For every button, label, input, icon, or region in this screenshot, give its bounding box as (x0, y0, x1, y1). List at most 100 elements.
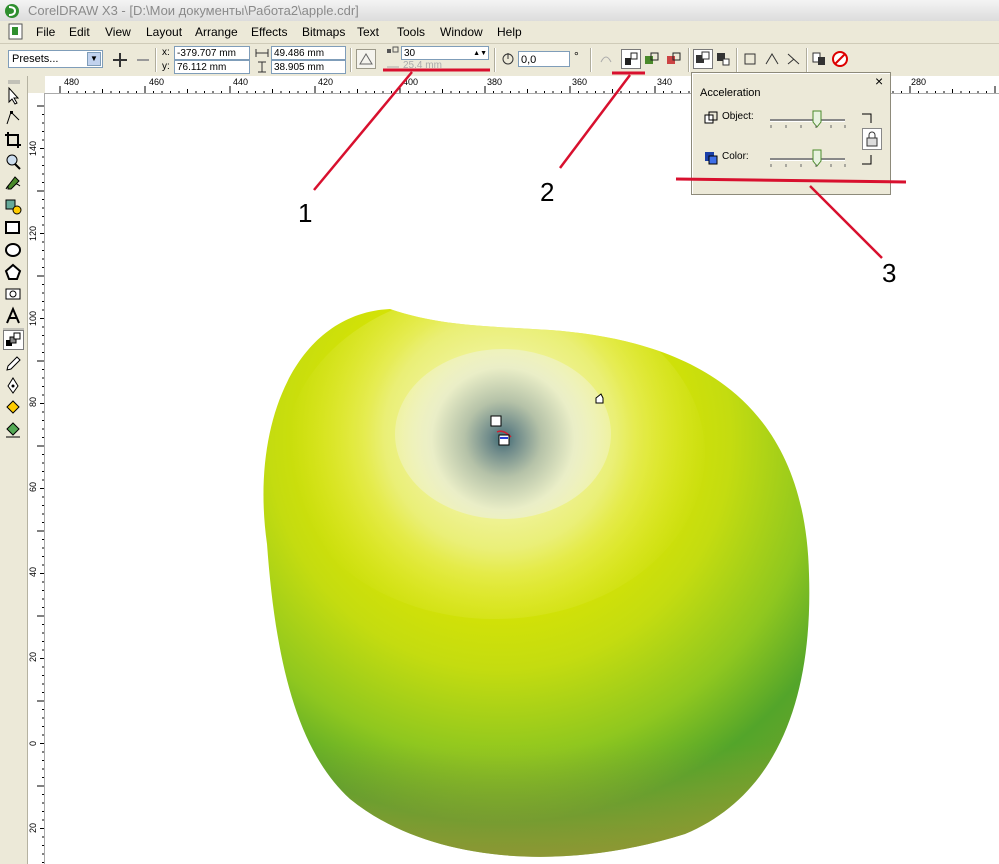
paint-bucket-icon (6, 400, 20, 414)
blend-objects-button[interactable] (356, 49, 376, 69)
rectangle-tool[interactable] (3, 218, 24, 238)
outline-tool[interactable] (3, 376, 24, 396)
ruler-label: 40 (28, 567, 38, 578)
color-slider-ticks (770, 164, 846, 167)
drawing-canvas[interactable] (45, 94, 999, 864)
height-icon (258, 61, 266, 73)
blend-end-handle[interactable] (498, 434, 510, 446)
add-preset-icon[interactable] (111, 51, 129, 69)
y-position-field[interactable]: 76.112 mm (174, 60, 250, 74)
color-acceleration-slider[interactable] (770, 158, 845, 161)
menu-arrange[interactable]: Arrange (195, 25, 238, 39)
acceleration-icon (625, 52, 638, 65)
ruler-label: 60 (28, 482, 38, 493)
copy-blend-button[interactable] (763, 50, 783, 70)
menu-text[interactable]: Text (357, 25, 379, 39)
ellipse-tool[interactable] (3, 240, 24, 260)
lock-accelerations-button[interactable] (862, 128, 882, 150)
x-position-field[interactable]: -379.707 mm (174, 46, 250, 60)
menu-window[interactable]: Window (440, 25, 483, 39)
more-blend-options-button[interactable] (741, 50, 761, 70)
crop-tool[interactable] (3, 130, 24, 150)
blend-tool-icon (6, 332, 21, 346)
no-entry-icon (832, 51, 848, 67)
apple-drawing[interactable] (245, 289, 845, 864)
height-field[interactable]: 38.905 mm (271, 60, 346, 74)
start-end-properties-button[interactable] (693, 49, 713, 69)
blend-direction-field[interactable]: 0,0 (518, 51, 570, 67)
interactive-fill-tool[interactable] (3, 420, 24, 440)
menu-bar: File Edit View Layout Arrange Effects Bi… (0, 21, 999, 44)
copy-properties-button[interactable] (810, 50, 830, 70)
menu-bitmaps[interactable]: Bitmaps (302, 25, 345, 39)
padlock-icon (866, 131, 878, 147)
interactive-fill-icon (6, 422, 20, 438)
ellipse-icon (5, 243, 21, 257)
color-acceleration-icon (705, 152, 718, 165)
start-end-icon (696, 51, 710, 63)
menu-help[interactable]: Help (497, 25, 522, 39)
width-icon (255, 49, 269, 57)
separator (688, 48, 690, 72)
clear-blend-tool-button[interactable] (785, 50, 805, 70)
direct-blend-button[interactable] (643, 50, 663, 70)
object-color-acceleration-button[interactable] (621, 49, 641, 69)
blend-spacing-icon (387, 66, 399, 68)
separator (155, 48, 157, 72)
blend-steps-field[interactable]: 30 ▲▼ (401, 46, 489, 60)
polygon-tool[interactable] (3, 262, 24, 282)
menu-tools[interactable]: Tools (397, 25, 425, 39)
pick-tool[interactable] (3, 86, 24, 106)
fill-tool[interactable] (3, 398, 24, 418)
width-field[interactable]: 49.486 mm (271, 46, 346, 60)
toolbox-grip-icon (8, 80, 20, 84)
shape-tool[interactable] (3, 108, 24, 128)
blend-objects-icon (359, 53, 373, 65)
vertical-ruler[interactable]: 140 120 100 80 60 40 20 0 20 (27, 93, 45, 864)
ruler-label: 140 (28, 141, 38, 157)
steps-spinner-icon[interactable]: ▲▼ (473, 47, 487, 61)
loop-blend-button[interactable] (597, 50, 617, 70)
text-tool[interactable] (3, 306, 24, 326)
arrow-pointer-icon (8, 86, 20, 105)
clockwise-blend-icon (667, 52, 681, 64)
document-icon[interactable] (8, 23, 24, 40)
menu-layout[interactable]: Layout (146, 25, 182, 39)
path-properties-button[interactable] (714, 50, 734, 70)
menu-view[interactable]: View (105, 25, 131, 39)
separator (350, 48, 352, 72)
presets-value: Presets... (12, 53, 59, 65)
menu-file[interactable]: File (36, 25, 55, 39)
remove-preset-icon[interactable] (134, 51, 152, 69)
x-position-value: -379.707 mm (177, 48, 236, 59)
y-position-value: 76.112 mm (177, 62, 227, 73)
object-label: Object: (722, 111, 754, 122)
ruler-corner[interactable] (27, 76, 46, 94)
basic-shapes-tool[interactable] (3, 284, 24, 304)
ruler-label: 20 (28, 823, 38, 834)
interactive-blend-tool[interactable] (3, 330, 24, 350)
smart-fill-tool[interactable] (3, 196, 24, 216)
path-icon (717, 53, 730, 66)
pen-curve-icon (5, 176, 21, 190)
loop-blend-icon (600, 56, 612, 63)
eyedropper-icon (6, 356, 21, 371)
freehand-tool[interactable] (3, 174, 24, 194)
clear-blend-button[interactable] (831, 50, 851, 70)
blend-start-handle[interactable] (490, 415, 502, 427)
object-slider-ticks (770, 125, 846, 128)
menu-effects[interactable]: Effects (251, 25, 287, 39)
popup-title: Acceleration (700, 87, 761, 99)
presets-dropdown[interactable]: Presets... ▼ (8, 50, 103, 68)
menu-edit[interactable]: Edit (69, 25, 90, 39)
blend-direction-icon (502, 53, 514, 65)
chevron-down-icon[interactable]: ▼ (87, 52, 101, 66)
text-a-icon (6, 306, 20, 324)
eyedropper-tool[interactable] (3, 354, 24, 374)
clockwise-blend-button[interactable] (665, 50, 685, 70)
zoom-tool[interactable] (3, 152, 24, 172)
object-acceleration-slider[interactable] (770, 119, 845, 122)
annotation-label-1: 1 (298, 198, 313, 228)
close-icon[interactable]: × (875, 73, 883, 89)
window-title: CorelDRAW X3 - [D:\Мои документы\Работа2… (28, 3, 359, 18)
